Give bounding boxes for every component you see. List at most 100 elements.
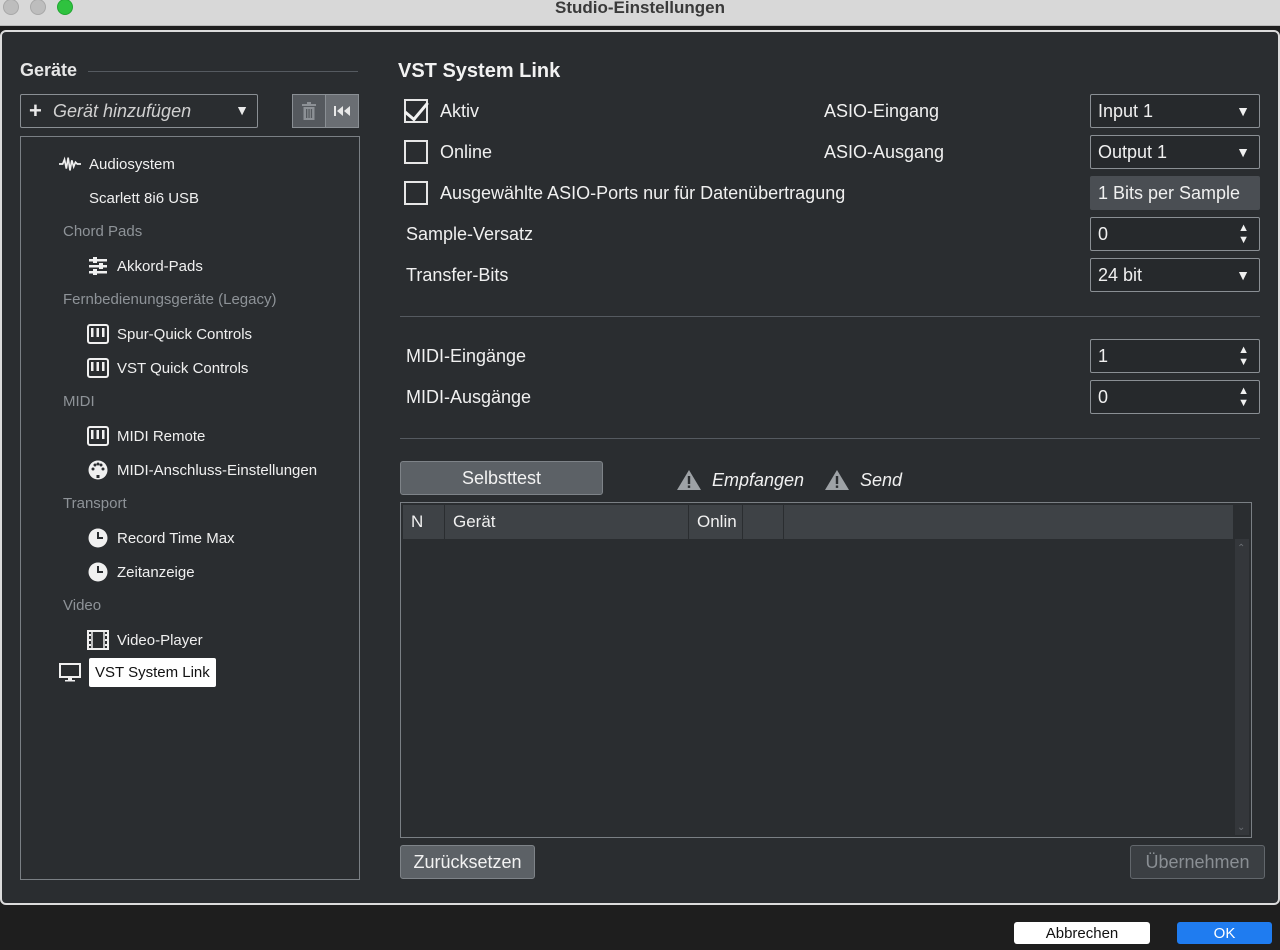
transfer-bits-value: 24 bit <box>1098 265 1143 285</box>
bits-per-sample-display: 1 Bits per Sample <box>1090 176 1260 210</box>
send-label: Send <box>860 469 903 490</box>
device-table: N Gerät Onlin ⌃ ⌄ <box>400 502 1252 838</box>
midi-inputs-stepper[interactable]: 1 ▲ ▼ <box>1090 339 1260 373</box>
window-title: Studio-Einstellungen <box>555 0 725 17</box>
tree-item-akkord-pads[interactable]: Akkord-Pads <box>87 251 203 281</box>
tree-label-zeitanzeige: Zeitanzeige <box>117 563 195 581</box>
rewind-icon <box>334 106 350 116</box>
asio-ports-data-only-checkbox[interactable] <box>404 181 428 205</box>
self-test-button[interactable]: Selbsttest <box>400 461 603 495</box>
reset-button[interactable]: Zurücksetzen <box>400 845 535 879</box>
stepper-down-icon[interactable]: ▼ <box>1238 398 1249 409</box>
title-bar: Studio-Einstellungen <box>0 0 1280 26</box>
clock-icon <box>87 561 109 583</box>
scroll-down-icon[interactable]: ⌄ <box>1237 822 1245 833</box>
tree-category-chord-pads: Chord Pads <box>63 223 143 240</box>
warning-icon <box>825 470 849 490</box>
tree-item-spur-quick-controls[interactable]: Spur-Quick Controls <box>87 319 252 349</box>
chevron-down-icon: ▼ <box>1236 144 1250 160</box>
add-device-label: Gerät hinzufügen <box>53 101 192 121</box>
transfer-bits-select[interactable]: 24 bit ▼ <box>1090 258 1260 292</box>
tree-label-scarlett: Scarlett 8i6 USB <box>89 189 200 207</box>
asio-ports-data-only-label: Ausgewählte ASIO-Ports nur für Datenüber… <box>440 183 846 203</box>
stepper-up-icon[interactable]: ▲ <box>1238 345 1249 356</box>
tree-item-record-time-max[interactable]: Record Time Max <box>87 523 235 553</box>
keyboard-icon <box>87 357 109 379</box>
table-header: N Gerät Onlin <box>403 505 1233 539</box>
aktiv-label: Aktiv <box>440 101 480 121</box>
stepper-down-icon[interactable]: ▼ <box>1238 357 1249 368</box>
tree-item-audiosystem[interactable]: Audiosystem <box>59 149 175 179</box>
asio-input-select[interactable]: Input 1 ▼ <box>1090 94 1260 128</box>
warning-icon <box>677 470 701 490</box>
send-indicator: Send <box>824 469 902 491</box>
sliders-icon <box>87 255 109 277</box>
receive-indicator: Empfangen <box>676 469 804 491</box>
keyboard-icon <box>87 425 109 447</box>
asio-output-value: Output 1 <box>1098 142 1168 162</box>
sample-offset-label: Sample-Versatz <box>406 224 534 244</box>
delete-device-button[interactable] <box>292 94 326 128</box>
midi-outputs-value: 0 <box>1098 387 1109 407</box>
tree-item-scarlett[interactable]: Scarlett 8i6 USB <box>89 183 199 213</box>
transfer-bits-label: Transfer-Bits <box>406 265 509 285</box>
tree-label-video-player: Video-Player <box>117 631 203 649</box>
asio-output-select[interactable]: Output 1 ▼ <box>1090 135 1260 169</box>
midi-outputs-stepper[interactable]: 0 ▲ ▼ <box>1090 380 1260 414</box>
tree-item-vst-quick-controls[interactable]: VST Quick Controls <box>87 353 248 383</box>
tree-item-midi-port-settings[interactable]: MIDI-Anschluss-Einstellungen <box>87 455 317 485</box>
sample-offset-stepper[interactable]: 0 ▲ ▼ <box>1090 217 1260 251</box>
online-checkbox[interactable] <box>404 140 428 164</box>
clock-icon <box>87 527 109 549</box>
asio-input-value: Input 1 <box>1098 101 1154 121</box>
tree-item-midi-remote[interactable]: MIDI Remote <box>87 421 205 451</box>
table-scrollbar[interactable]: ⌃ ⌄ <box>1235 539 1249 835</box>
page-title: VST System Link <box>398 60 561 82</box>
column-header-n[interactable]: N <box>403 505 445 539</box>
tree-category-transport: Transport <box>63 495 127 512</box>
stepper-down-icon[interactable]: ▼ <box>1238 235 1249 246</box>
tree-label-akkord-pads: Akkord-Pads <box>117 257 203 275</box>
tree-label-record-time-max: Record Time Max <box>117 529 235 547</box>
aktiv-checkbox[interactable] <box>404 99 428 123</box>
tree-label-midi-remote: MIDI Remote <box>117 427 206 445</box>
tree-item-zeitanzeige[interactable]: Zeitanzeige <box>87 557 195 587</box>
receive-label: Empfangen <box>712 469 805 490</box>
trash-icon <box>302 102 316 120</box>
devices-section-divider <box>88 71 358 72</box>
midi-outputs-label: MIDI-Ausgänge <box>406 387 532 407</box>
reset-device-button[interactable] <box>325 94 359 128</box>
tree-item-video-player[interactable]: Video-Player <box>87 625 203 655</box>
column-header-online[interactable]: Onlin <box>689 505 743 539</box>
asio-output-label: ASIO-Ausgang <box>824 142 945 162</box>
section-divider <box>400 316 1260 317</box>
tree-category-video: Video <box>63 597 102 614</box>
chevron-down-icon: ▼ <box>1236 267 1250 283</box>
tree-label-midi-port-settings: MIDI-Anschluss-Einstellungen <box>117 461 318 479</box>
tree-label-audiosystem: Audiosystem <box>89 155 175 173</box>
sample-offset-value: 0 <box>1098 224 1109 244</box>
tree-label-vst-system-link: VST System Link <box>89 657 216 687</box>
ok-button[interactable]: OK <box>1177 922 1272 944</box>
section-divider <box>400 438 1260 439</box>
tree-category-remote-legacy: Fernbedienungsgeräte (Legacy) <box>63 291 277 308</box>
keyboard-icon <box>87 323 109 345</box>
tree-label-spur-quick-controls: Spur-Quick Controls <box>117 325 253 343</box>
tree-item-vst-system-link[interactable]: VST System Link <box>59 655 216 689</box>
tree-category-midi: MIDI <box>63 393 95 410</box>
stepper-up-icon[interactable]: ▲ <box>1238 386 1249 397</box>
column-header-blank[interactable] <box>743 505 784 539</box>
online-label: Online <box>440 142 493 162</box>
apply-button[interactable]: Übernehmen <box>1130 845 1265 879</box>
tree-label-vst-quick-controls: VST Quick Controls <box>117 359 249 377</box>
scroll-up-icon[interactable]: ⌃ <box>1237 543 1245 554</box>
add-device-dropdown[interactable]: + Gerät hinzufügen ▼ <box>20 94 258 128</box>
settings-window: Geräte + Gerät hinzufügen ▼ Audiosystem … <box>0 30 1280 905</box>
monitor-icon <box>59 661 81 683</box>
asio-input-label: ASIO-Eingang <box>824 101 940 121</box>
stepper-up-icon[interactable]: ▲ <box>1238 223 1249 234</box>
column-header-device[interactable]: Gerät <box>445 505 689 539</box>
midi-inputs-value: 1 <box>1098 346 1109 366</box>
cancel-button[interactable]: Abbrechen <box>1014 922 1150 944</box>
bits-per-sample-value: 1 Bits per Sample <box>1098 183 1241 203</box>
